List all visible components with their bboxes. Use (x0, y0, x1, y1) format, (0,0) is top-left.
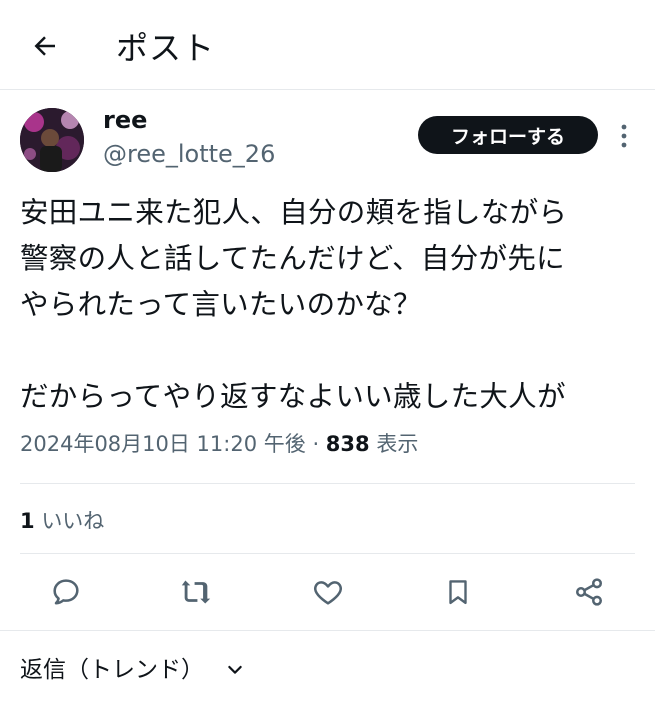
page-title: ポスト (116, 29, 216, 67)
chevron-down-icon (226, 661, 244, 679)
more-options-button[interactable] (612, 118, 636, 154)
post-meta: 2024年08月10日 11:20 午後 · 838 表示 (20, 428, 418, 460)
avatar-image (20, 108, 84, 172)
meta-separator: · (305, 432, 326, 456)
bookmark-icon (449, 580, 467, 605)
replies-sort-dropdown[interactable]: 返信（トレンド） (20, 653, 244, 687)
repost-icon (181, 580, 211, 604)
like-icon (314, 581, 342, 605)
follow-button[interactable]: フォローする (418, 116, 598, 154)
back-button[interactable] (22, 26, 68, 66)
divider (20, 483, 635, 484)
reply-button[interactable] (48, 574, 84, 610)
replies-sort-label: 返信（トレンド） (20, 657, 204, 683)
divider (0, 630, 655, 631)
arrow-left-icon (34, 36, 55, 56)
share-icon (576, 578, 602, 606)
likes-summary[interactable]: 1 いいね (20, 505, 104, 537)
more-vertical-icon (621, 124, 627, 148)
post-text: 安田ユニ来た犯人、自分の頬を指しながら 警察の人と話してたんだけど、自分が先に … (20, 196, 568, 413)
reply-icon (53, 579, 79, 605)
likes-label: いいね (41, 509, 105, 533)
like-button[interactable] (310, 574, 346, 610)
likes-count: 1 (20, 509, 35, 533)
top-bar: ポスト (0, 0, 655, 90)
repost-button[interactable] (178, 574, 214, 610)
views-label: 表示 (376, 432, 419, 456)
share-button[interactable] (571, 574, 607, 610)
views-count: 838 (325, 432, 370, 456)
bookmark-button[interactable] (440, 574, 476, 610)
divider (20, 553, 635, 554)
avatar[interactable] (20, 108, 84, 172)
post-timestamp[interactable]: 2024年08月10日 11:20 午後 (20, 432, 306, 456)
author-display-name[interactable]: ree (103, 104, 147, 136)
author-handle[interactable]: @ree_lotte_26 (103, 138, 275, 170)
